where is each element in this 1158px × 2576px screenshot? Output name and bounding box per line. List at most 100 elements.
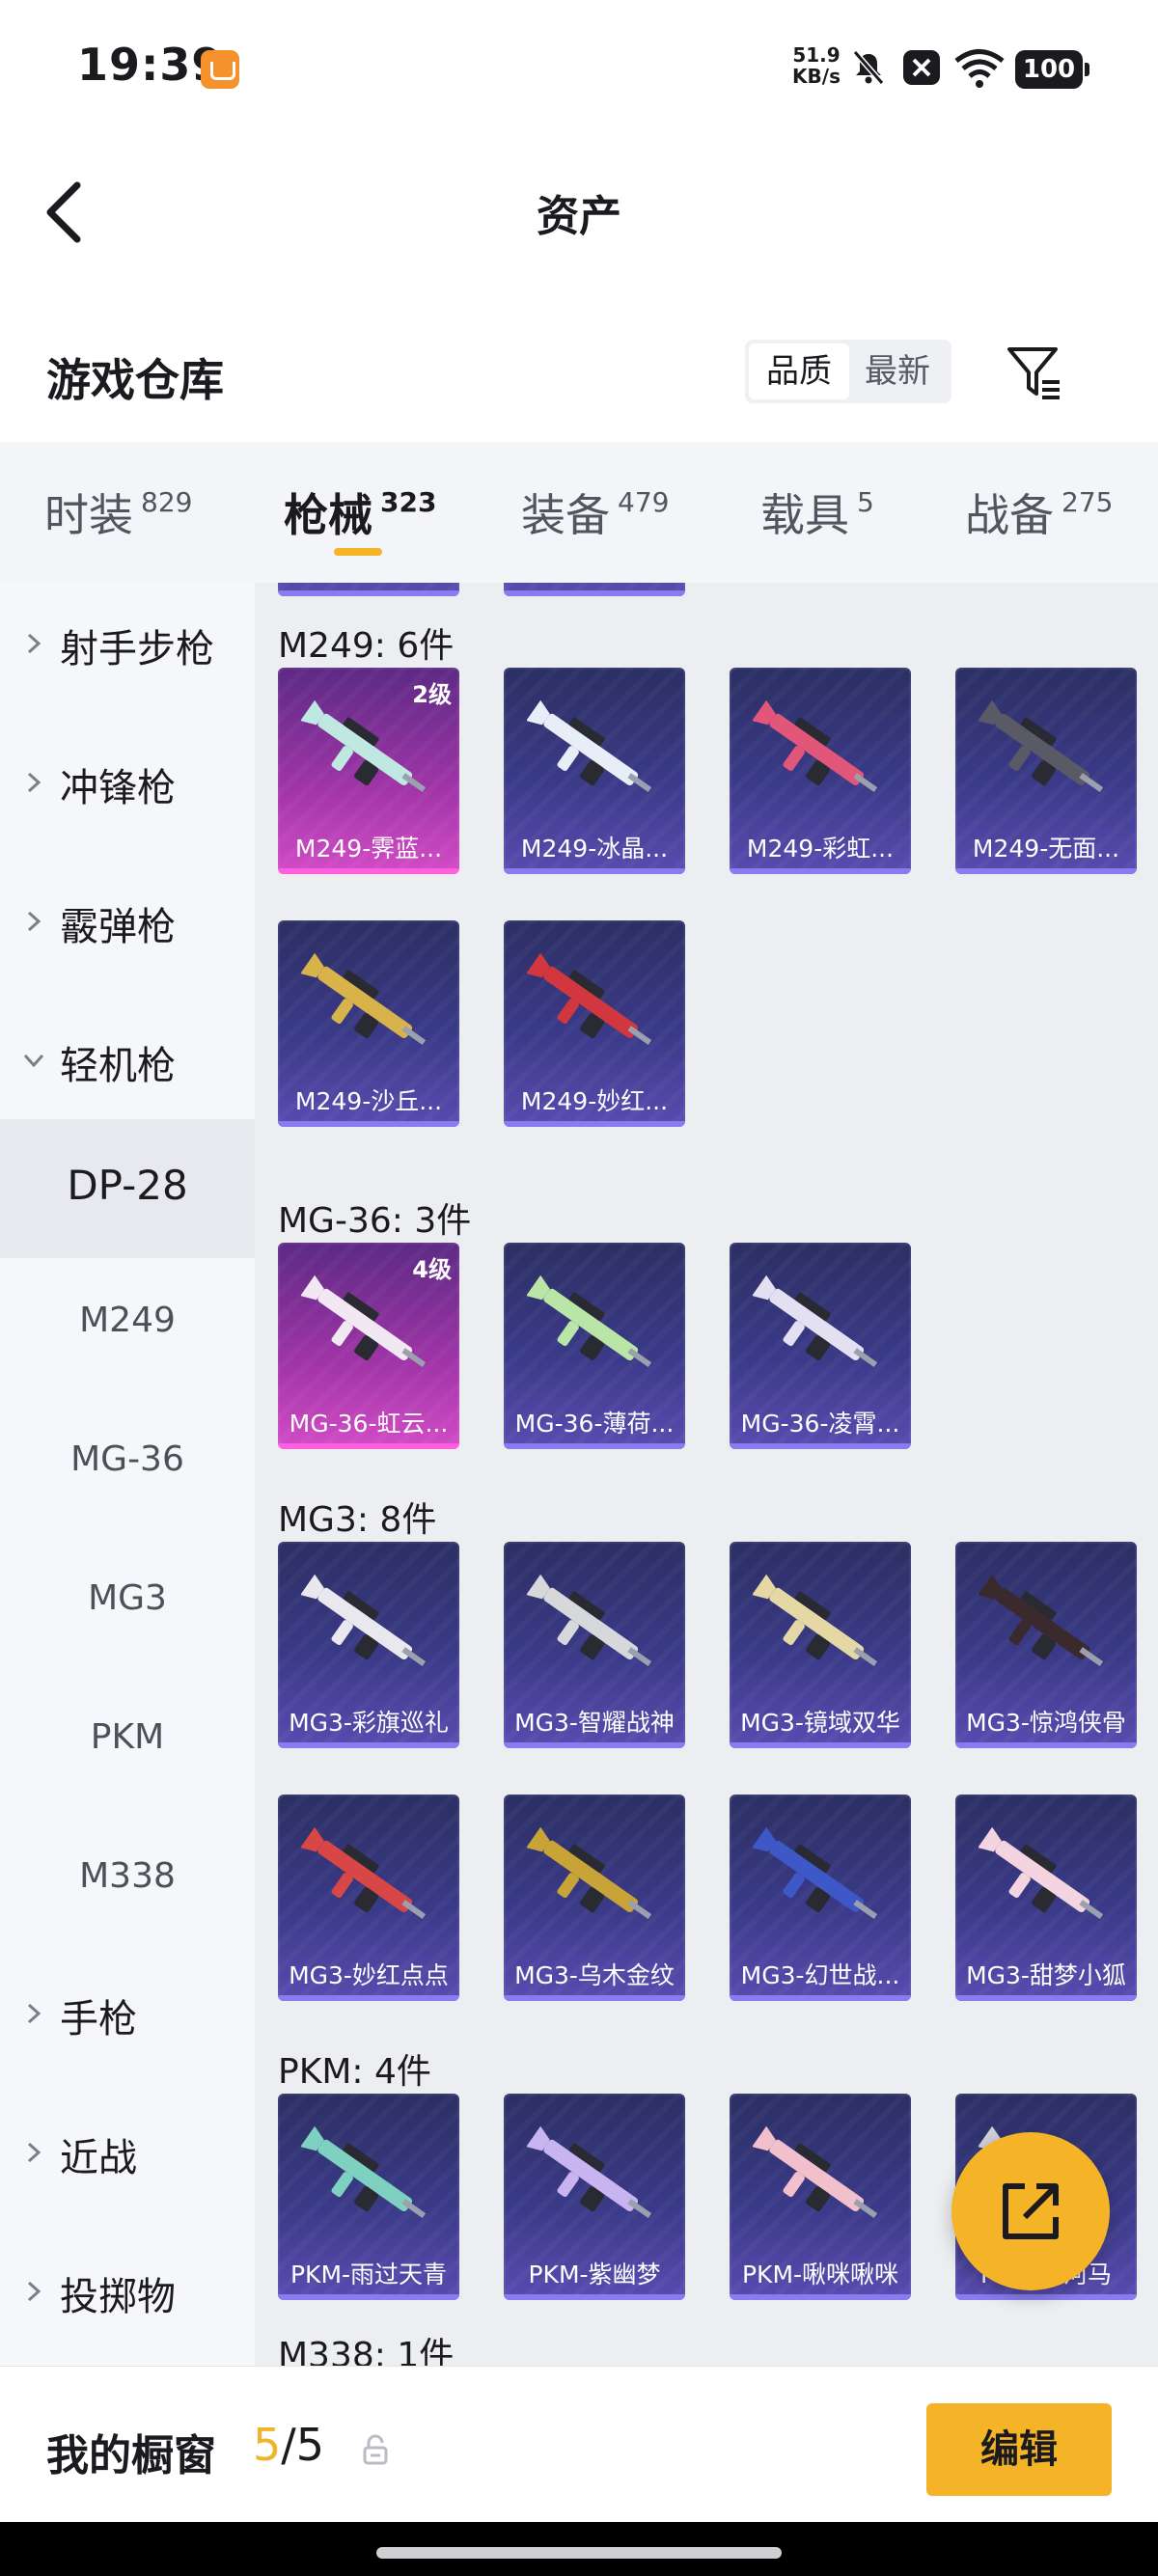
card-name: PKM-雨过天青 [290, 2261, 448, 2288]
card-rarity-bar [730, 1742, 911, 1748]
card-name: M249-彩虹... [746, 835, 895, 863]
mute-bell-icon [852, 50, 885, 85]
sidebar-item-pistol[interactable]: 手枪 [0, 1945, 255, 2084]
sidebar-item-shotgun[interactable]: 霰弹枪 [0, 853, 255, 992]
home-indicator[interactable] [376, 2547, 782, 2559]
tab-label: 载具 [760, 489, 849, 541]
filter-button[interactable] [1004, 342, 1065, 403]
tab-label: 战备 [965, 489, 1054, 541]
filter-icon [1007, 347, 1060, 399]
weapon-card[interactable]: MG3-镜域双华 [730, 1542, 911, 1748]
showcase-count: 5/5 [253, 2419, 324, 2471]
weapon-skin-icon [753, 699, 878, 793]
card-name: PKM-紫幽梦 [528, 2261, 661, 2288]
sidebar-item-label: PKM [90, 1717, 165, 1757]
card-name: MG-36-虹云... [289, 1410, 449, 1438]
sidebar-item-label: 手枪 [60, 1997, 137, 2042]
tab-label: 装备 [521, 489, 610, 541]
card-rarity-bar [730, 868, 911, 874]
card-level-badge: 4级 [412, 1256, 452, 1283]
weapon-card[interactable]: MG3-智耀战神 [504, 1542, 685, 1748]
share-button[interactable] [951, 2132, 1110, 2290]
wifi-icon [954, 49, 1005, 88]
weapon-skin-icon [527, 2125, 652, 2219]
weapon-card[interactable]: MG3-乌木金纹 [504, 1795, 685, 2001]
weapon-card[interactable]: MG3-彩旗巡礼 [278, 1542, 459, 1748]
weapon-skin-icon [979, 1826, 1104, 1920]
sort-by-quality-button[interactable]: 品质 [749, 343, 849, 399]
sidebar-item-mg36[interactable]: MG-36 [0, 1397, 255, 1536]
card-name: PKM-啾咪啾咪 [741, 2261, 899, 2288]
weapon-skin-icon [753, 2125, 878, 2219]
chevron-down-icon [23, 1054, 44, 1068]
weapon-skin-icon [527, 1826, 652, 1920]
card-rarity-bar [504, 1995, 685, 2001]
tab-firearms[interactable]: 枪械 323 [284, 480, 436, 558]
tab-outfits[interactable]: 时装 829 [44, 480, 192, 558]
external-link-icon [1003, 2183, 1059, 2239]
tab-count: 5 [857, 486, 874, 518]
sidebar-item-smg[interactable]: 冲锋枪 [0, 714, 255, 853]
weapon-card[interactable]: MG3-幻世战... [730, 1795, 911, 2001]
weapon-skin-icon [301, 1574, 427, 1667]
sidebar-item-label: DP-28 [67, 1162, 188, 1209]
page-title: 资产 [537, 192, 621, 241]
card-name: M249-沙丘... [294, 1087, 443, 1115]
category-tabs: 时装 829 枪械 323 装备 479 载具 5 战备 275 [0, 442, 1158, 583]
sidebar-item-pkm[interactable]: PKM [0, 1675, 255, 1814]
weapon-skin-icon [301, 1826, 427, 1920]
weapon-card[interactable]: M249-妙红... [504, 920, 685, 1127]
sidebar-item-throwables[interactable]: 投掷物 [0, 2223, 255, 2362]
weapon-card[interactable]: MG3-妙红点点 [278, 1795, 459, 2001]
weapon-card[interactable]: MG-36-薄荷... [504, 1243, 685, 1449]
page-header: 资产 [0, 135, 1158, 280]
weapon-card[interactable]: MG3-惊鸿侠骨 [955, 1542, 1137, 1748]
weapon-card[interactable]: M249-沙丘... [278, 920, 459, 1127]
tab-combat-supplies[interactable]: 战备 275 [965, 480, 1113, 558]
weapon-card[interactable]: M249-彩虹... [730, 668, 911, 874]
tab-count: 479 [618, 486, 670, 518]
battery-indicator: 100 [1015, 50, 1089, 89]
weapon-group-title: M338: 1件 [278, 2336, 455, 2366]
weapon-card[interactable]: MG3-甜梦小狐 [955, 1795, 1137, 2001]
weapon-card[interactable]: 4级 MG-36-虹云... [278, 1243, 459, 1449]
edit-showcase-button[interactable]: 编辑 [926, 2403, 1112, 2496]
card-name: MG3-惊鸿侠骨 [966, 1709, 1126, 1737]
weapon-card[interactable]: M249-冰晶... [504, 668, 685, 874]
sidebar-item-marksman-rifle[interactable]: 射手步枪 [0, 583, 255, 714]
weapon-card[interactable]: MG-36-凌霄... [730, 1243, 911, 1449]
weapon-skin-icon [301, 952, 427, 1046]
sort-by-newest-button[interactable]: 最新 [847, 343, 948, 399]
status-bar: 19:39 51.9 KB/s 100 [0, 0, 1158, 135]
card-name: M249-妙红... [520, 1087, 669, 1115]
weapon-skin-icon [753, 1826, 878, 1920]
weapon-group-title: PKM: 4件 [278, 2052, 431, 2092]
sidebar-item-m249[interactable]: M249 [0, 1258, 255, 1397]
card-rarity-bar [278, 2294, 459, 2300]
weapon-card[interactable]: PKM-紫幽梦 [504, 2094, 685, 2300]
card-rarity-bar [504, 1443, 685, 1449]
weapon-skin-icon [753, 1274, 878, 1368]
card-level-badge: 2级 [412, 681, 452, 708]
tab-count: 829 [141, 486, 193, 518]
sidebar-item-melee[interactable]: 近战 [0, 2084, 255, 2223]
sidebar-item-label: M249 [79, 1301, 176, 1340]
weapon-group-title: M249: 6件 [278, 626, 455, 666]
weapon-card[interactable]: PKM-雨过天青 [278, 2094, 459, 2300]
weapon-card[interactable]: 2级 M249-霁蓝... [278, 668, 459, 874]
weapon-groups: M249: 6件 2级 M249-霁蓝... M249-冰晶... M249-彩虹...… [255, 583, 1158, 2366]
sidebar-item-m338[interactable]: M338 [0, 1814, 255, 1953]
tab-vehicles[interactable]: 载具 5 [760, 480, 874, 558]
weapon-group-title: MG-36: 3件 [278, 1201, 472, 1241]
weapon-grid-panel: M249: 6件 2级 M249-霁蓝... M249-冰晶... M249-彩虹...… [255, 583, 1158, 2366]
weapon-card[interactable]: PKM-啾咪啾咪 [730, 2094, 911, 2300]
sidebar-item-label: 轻机枪 [60, 1044, 176, 1088]
weapon-card[interactable]: M249-无面... [955, 668, 1137, 874]
sidebar-item-label: 霰弹枪 [60, 905, 176, 949]
card-name: M249-霁蓝... [294, 835, 443, 863]
sidebar-item-dp28[interactable]: DP-28 [0, 1119, 255, 1258]
tab-equipment[interactable]: 装备 479 [521, 480, 669, 558]
sidebar-item-lmg[interactable]: 轻机枪 [0, 992, 255, 1131]
sidebar-item-label: 近战 [60, 2136, 137, 2180]
sidebar-item-mg3[interactable]: MG3 [0, 1536, 255, 1675]
